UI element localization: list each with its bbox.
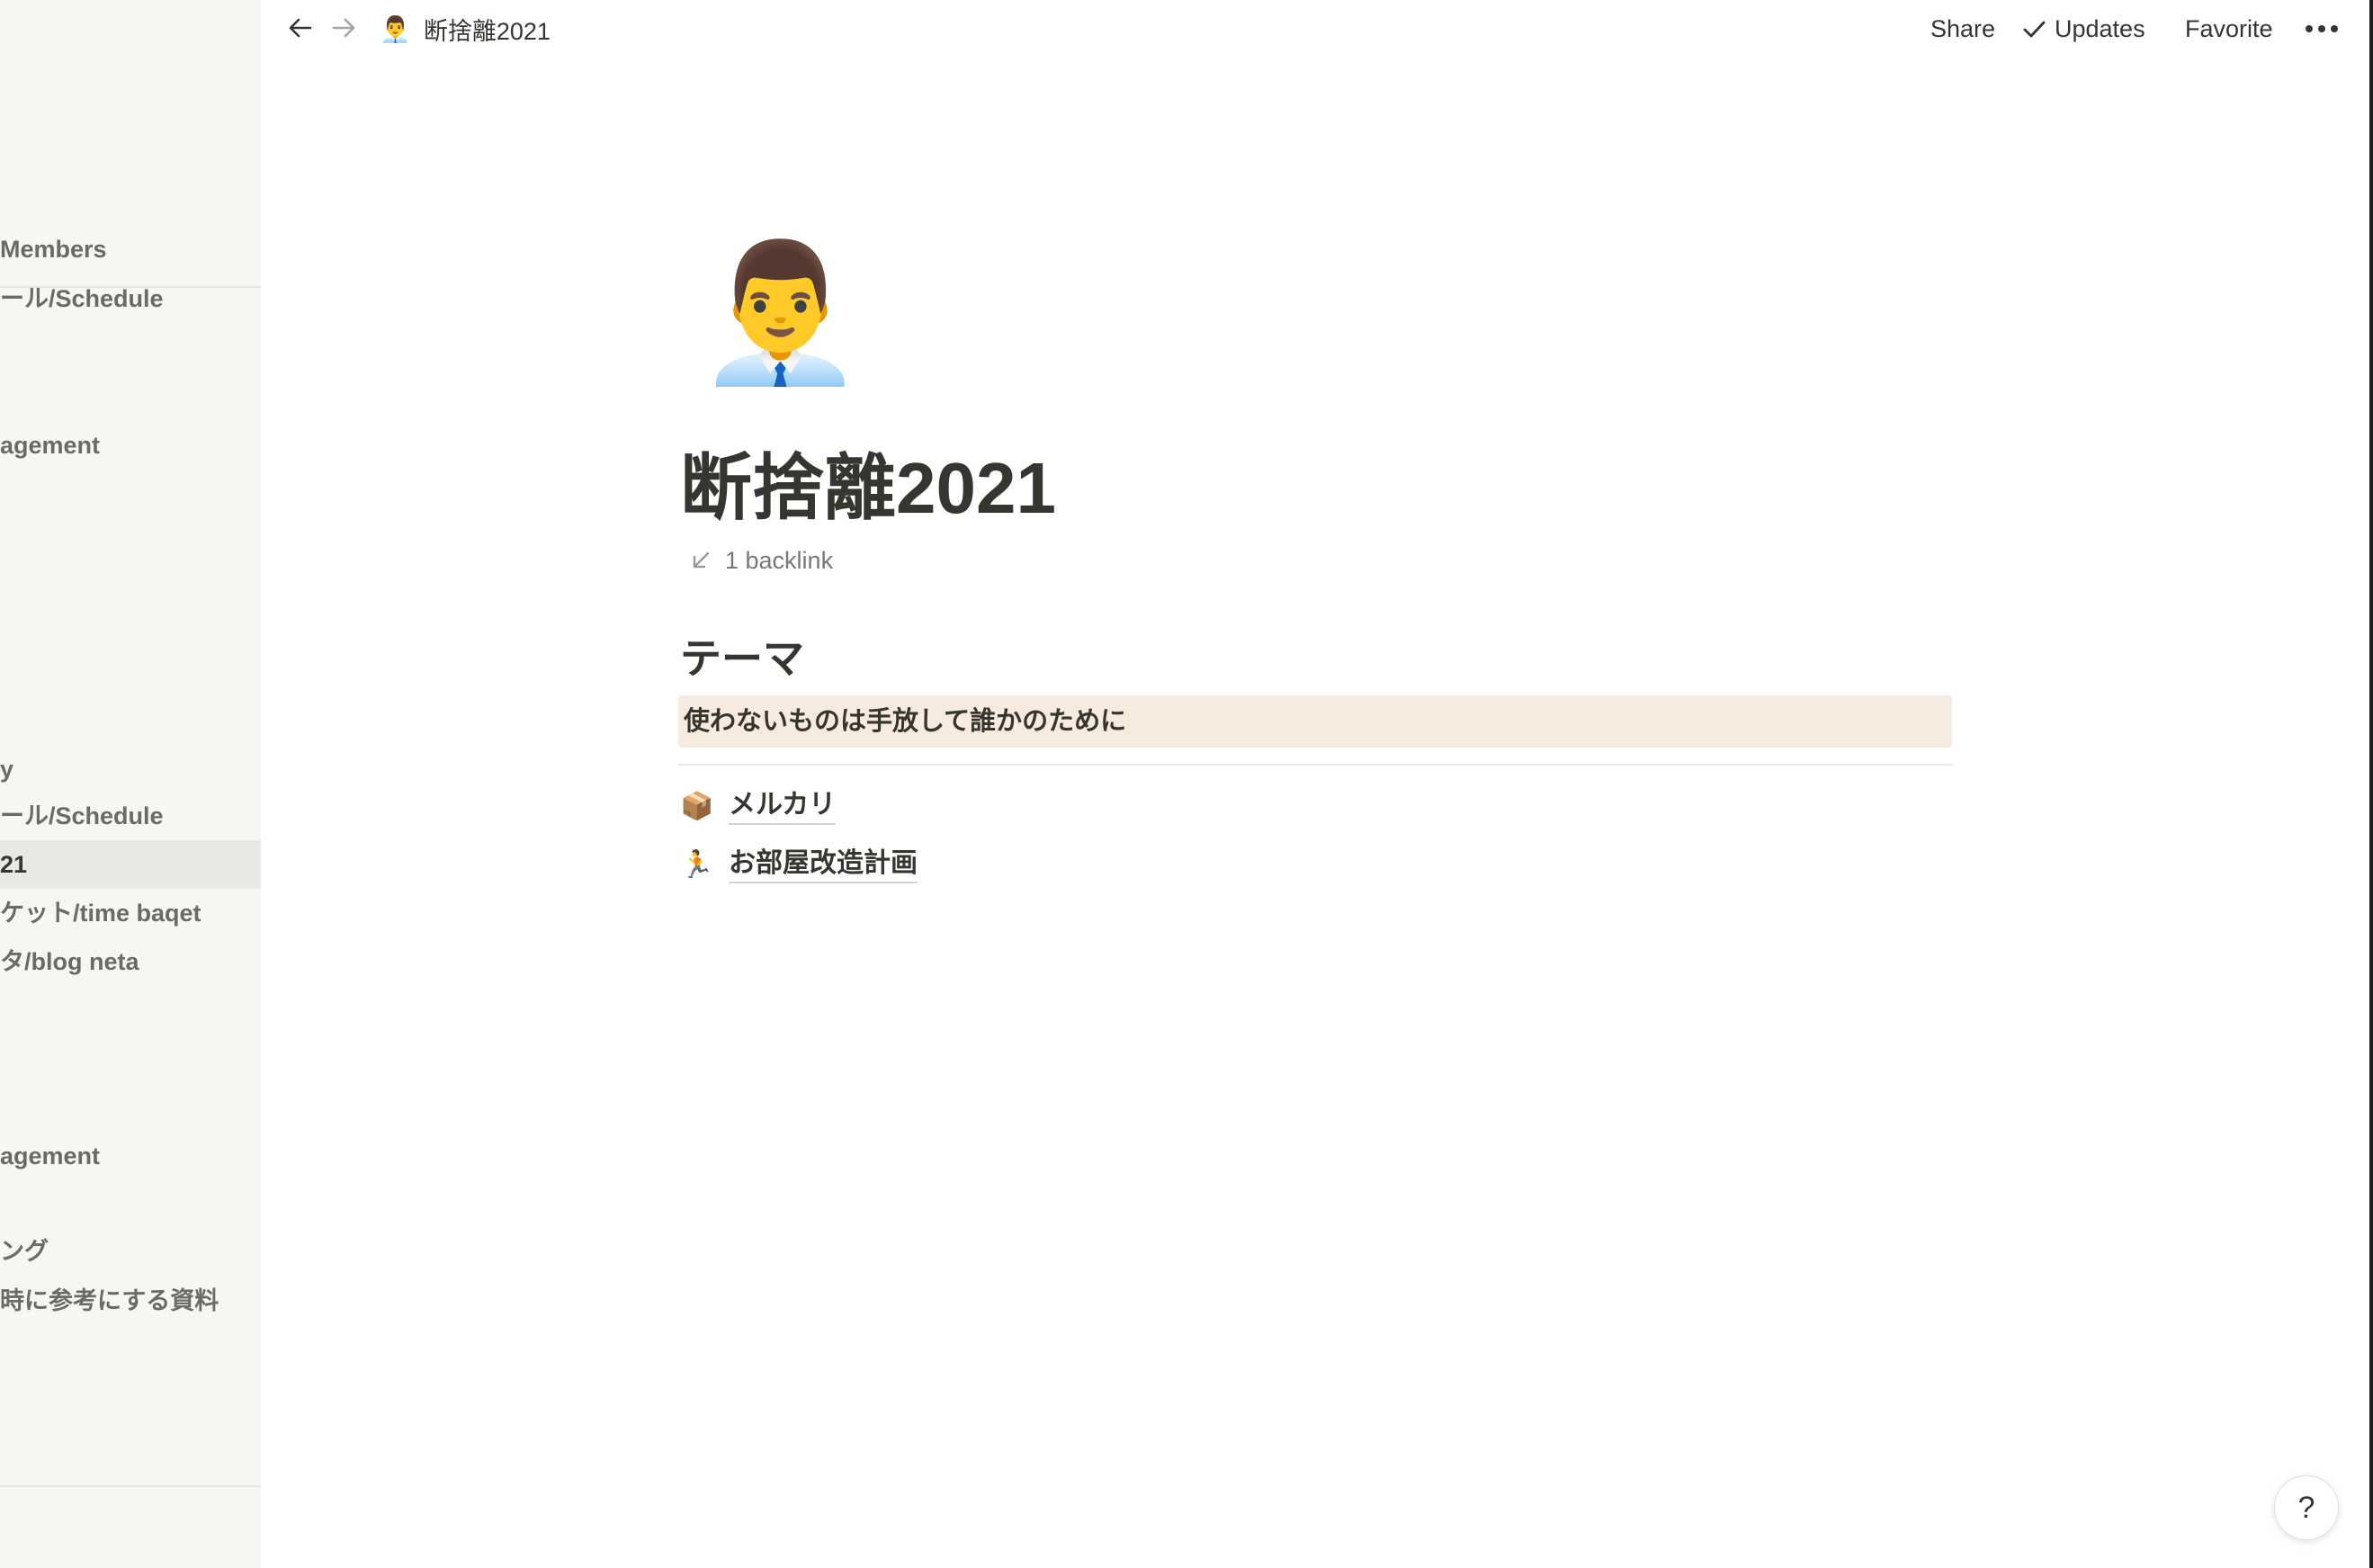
- sidebar-item-schedule[interactable]: ール/Schedule: [0, 274, 261, 323]
- package-icon: 📦: [680, 791, 714, 821]
- sidebar-item-label: ール/Schedule: [0, 802, 164, 829]
- topbar: 👨‍💼 断捨離2021 Share Updates Favorite: [261, 0, 2369, 56]
- breadcrumb-title: 断捨離2021: [423, 17, 551, 45]
- updates-button[interactable]: Updates: [2020, 11, 2145, 47]
- sidebar-item-label: Members: [0, 236, 107, 263]
- sidebar-item-reference[interactable]: 時に参考にする資料: [0, 1277, 261, 1325]
- breadcrumb[interactable]: 👨‍💼 断捨離2021: [380, 11, 551, 47]
- sidebar-item-label: 時に参考にする資料: [0, 1287, 219, 1314]
- running-person-icon: 🏃: [680, 849, 714, 880]
- window-edge: [2369, 0, 2373, 1568]
- sidebar-item-label: ング: [0, 1238, 49, 1265]
- sidebar-item-y[interactable]: y: [0, 745, 261, 793]
- section-heading[interactable]: テーマ: [680, 630, 804, 687]
- sidebar-item-label: タ/blog neta: [0, 948, 139, 975]
- more-options-button[interactable]: [2303, 11, 2341, 47]
- sidebar-item-schedule-2[interactable]: ール/Schedule: [0, 792, 261, 840]
- arrow-left-icon[interactable]: [282, 10, 318, 46]
- page-link-mercari[interactable]: 📦 メルカリ: [680, 781, 837, 831]
- sidebar-item-management-2[interactable]: agement: [0, 1132, 261, 1180]
- sidebar-item-management[interactable]: agement: [0, 421, 261, 470]
- sidebar-item-label: y: [0, 756, 14, 783]
- ellipsis-icon: [2306, 25, 2338, 32]
- help-button[interactable]: ?: [2274, 1475, 2339, 1540]
- main-content: 👨‍💼 断捨離2021 Share Updates Favorite 👨‍💼 断…: [261, 0, 2373, 1568]
- sidebar-item-time-baqet[interactable]: ケット/time baqet: [0, 889, 261, 937]
- sidebar-item-label: agement: [0, 1142, 101, 1169]
- page-icon[interactable]: 👨‍💼: [696, 236, 864, 389]
- page-title[interactable]: 断捨離2021: [680, 439, 1056, 538]
- sidebar-item-blog-neta[interactable]: タ/blog neta: [0, 937, 261, 986]
- check-icon: [2023, 21, 2046, 38]
- sidebar-item-ng[interactable]: ング: [0, 1227, 261, 1276]
- callout-text: 使わないものは手放して誰かのために: [684, 707, 1127, 736]
- share-label: Share: [1930, 15, 1996, 42]
- callout-block[interactable]: 使わないものは手放して誰かのために: [678, 695, 1952, 748]
- sidebar-item-label: ール/Schedule: [0, 285, 164, 312]
- share-button[interactable]: Share: [1930, 11, 1995, 47]
- page-link-room-plan[interactable]: 🏃 お部屋改造計画: [680, 839, 918, 890]
- backlink-button[interactable]: 1 backlink: [689, 540, 833, 581]
- arrow-down-left-icon: [693, 551, 710, 569]
- favorite-label: Favorite: [2185, 15, 2273, 42]
- sidebar-item-members[interactable]: Members: [0, 225, 261, 273]
- backlink-label: 1 backlink: [725, 546, 834, 574]
- sidebar: Members ール/Schedule agement y ール/Schedul…: [0, 0, 261, 1568]
- sidebar-item-label: agement: [0, 432, 101, 459]
- updates-label: Updates: [2055, 15, 2145, 42]
- favorite-button[interactable]: Favorite: [2185, 11, 2273, 47]
- sidebar-item-label: 21: [0, 851, 28, 878]
- help-icon: ?: [2297, 1490, 2315, 1525]
- page-link-label: お部屋改造計画: [729, 846, 918, 883]
- divider: [678, 764, 1952, 766]
- arrow-right-icon[interactable]: [326, 10, 362, 46]
- sidebar-item-label: ケット/time baqet: [0, 900, 201, 927]
- sidebar-divider: [0, 1485, 261, 1487]
- sidebar-item-active-page[interactable]: 21: [0, 840, 261, 889]
- page-link-label: メルカリ: [729, 787, 837, 825]
- page-emoji-icon: 👨‍💼: [380, 14, 411, 43]
